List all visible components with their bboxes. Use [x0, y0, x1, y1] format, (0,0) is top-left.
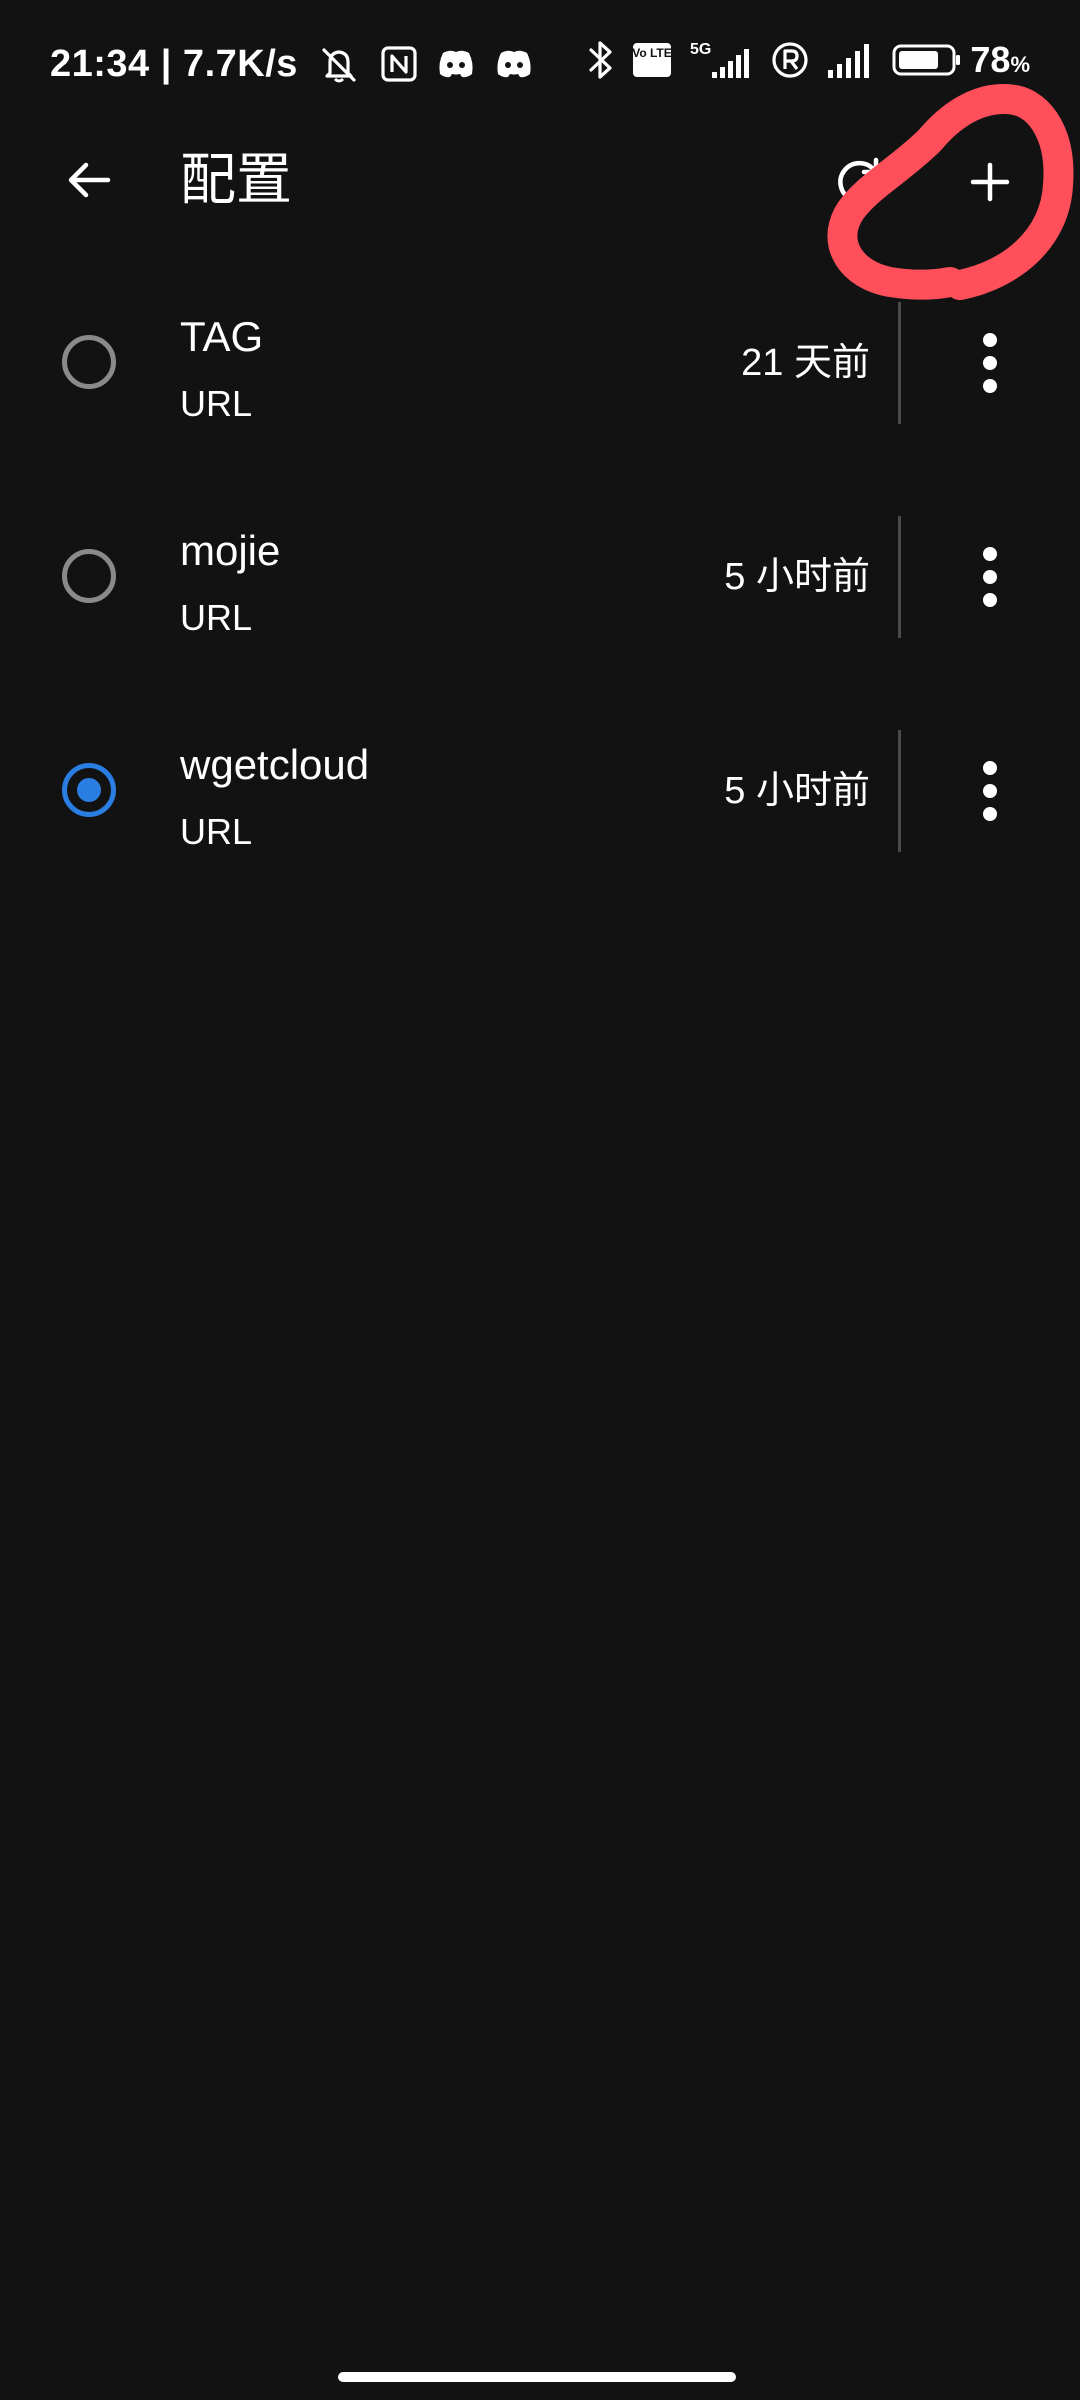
home-indicator[interactable]	[338, 2372, 736, 2382]
nfc-icon	[380, 45, 418, 83]
profile-updated-time: 5 小时前	[724, 556, 870, 598]
status-bar-right: Vo LTE 5G 78%	[570, 38, 1030, 82]
profile-type: URL	[180, 811, 253, 852]
signal-icon	[826, 40, 876, 80]
more-vertical-icon	[983, 547, 997, 607]
battery-icon	[892, 42, 962, 78]
arrow-back-icon	[68, 162, 111, 198]
profile-name: TAG	[180, 313, 264, 360]
discord-icon	[494, 47, 534, 81]
app-bar: 配置	[0, 120, 1080, 240]
refresh-icon	[838, 157, 881, 204]
battery-percent: 78%	[970, 39, 1030, 80]
profile-updated-time: 21 天前	[741, 342, 870, 384]
discord-icon	[436, 47, 476, 81]
page-title: 配置	[180, 148, 292, 211]
status-time-speed: 21:34 | 7.7K/s	[50, 43, 298, 85]
radio-button[interactable]	[62, 549, 116, 603]
mute-bell-icon	[316, 41, 362, 87]
volte-label: Vo LTE	[633, 46, 673, 60]
5g-signal-icon: 5G	[688, 38, 754, 82]
back-button[interactable]	[60, 150, 120, 210]
divider	[898, 516, 901, 638]
more-options-button[interactable]	[960, 756, 1020, 826]
profile-type: URL	[180, 597, 253, 638]
profile-name: mojie	[180, 527, 281, 574]
radio-button[interactable]	[62, 335, 116, 389]
more-options-button[interactable]	[960, 542, 1020, 612]
profile-item[interactable]: mojie URL 5 小时前	[0, 504, 1080, 718]
registered-icon	[770, 40, 810, 80]
radio-dot	[77, 778, 101, 802]
more-vertical-icon	[983, 761, 997, 821]
profile-list: TAG URL 21 天前 mojie URL 5 小时前 wgetcloud …	[0, 290, 1080, 932]
divider	[898, 302, 901, 424]
profile-item[interactable]: TAG URL 21 天前	[0, 290, 1080, 504]
more-options-button[interactable]	[960, 328, 1020, 398]
more-vertical-icon	[983, 333, 997, 393]
status-bar-left: 21:34 | 7.7K/s	[50, 38, 534, 90]
add-button[interactable]	[958, 150, 1022, 214]
bluetooth-icon	[586, 38, 616, 82]
status-bar: 21:34 | 7.7K/s Vo LTE 5G 78%	[0, 0, 1080, 120]
network-label: 5G	[690, 41, 711, 58]
add-icon	[970, 162, 1010, 202]
profile-name: wgetcloud	[180, 741, 370, 788]
divider	[898, 730, 901, 852]
volte-icon: Vo LTE	[632, 42, 672, 78]
profile-item[interactable]: wgetcloud URL 5 小时前	[0, 718, 1080, 932]
radio-button-selected[interactable]	[62, 763, 116, 817]
refresh-button[interactable]	[828, 150, 892, 214]
profile-type: URL	[180, 383, 253, 424]
profile-updated-time: 5 小时前	[724, 770, 870, 812]
